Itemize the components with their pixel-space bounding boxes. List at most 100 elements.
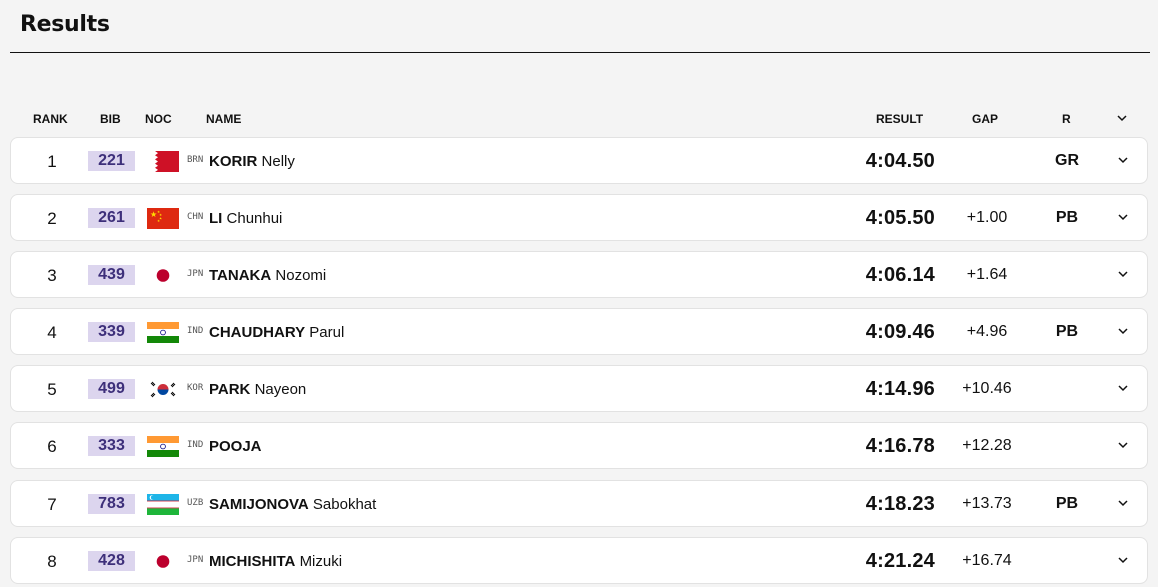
bib-badge: 499: [88, 379, 135, 399]
japan-flag-icon: [147, 551, 179, 572]
column-header-noc: NOC: [145, 112, 172, 126]
result-time: 4:05.50: [865, 207, 935, 229]
table-row[interactable]: 4 339 IND CHAUDHARY Parul 4:09.46 +4.96 …: [10, 308, 1148, 355]
bib-badge: 339: [88, 322, 135, 342]
india-flag-icon: [147, 436, 179, 457]
gap-value: +12.28: [962, 437, 1012, 454]
column-header-gap: GAP: [972, 112, 999, 126]
japan-flag-icon: [147, 265, 179, 286]
athlete-name: KORIR Nelly: [209, 153, 295, 170]
bahrain-flag-icon: [147, 151, 179, 172]
noc-code: IND: [187, 440, 204, 450]
gap-value: +13.73: [962, 495, 1012, 512]
table-row[interactable]: 7 783 UZB SAMIJONOVA Sabokhat 4:18.23 +1…: [10, 480, 1148, 527]
column-header-bib: BIB: [100, 112, 121, 126]
athlete-last-name: KORIR: [209, 153, 258, 170]
rank-value: 5: [47, 380, 57, 399]
record-badge: PB: [1055, 495, 1079, 512]
athlete-name: TANAKA Nozomi: [209, 267, 326, 284]
column-header-result: RESULT: [876, 112, 924, 126]
noc-code: KOR: [187, 383, 204, 393]
athlete-last-name: CHAUDHARY: [209, 324, 306, 341]
table-row[interactable]: 3 439 JPN TANAKA Nozomi 4:06.14 +1.64: [10, 251, 1148, 298]
athlete-first-name: Nayeon: [254, 381, 307, 398]
athlete-last-name: SAMIJONOVA: [209, 496, 309, 513]
athlete-last-name: POOJA: [209, 438, 262, 455]
athlete-first-name: Chunhui: [226, 210, 283, 227]
record-badge: GR: [1055, 152, 1079, 169]
noc-code: IND: [187, 326, 204, 336]
india-flag-icon: [147, 322, 179, 343]
noc-code: JPN: [187, 555, 204, 565]
noc-code: BRN: [187, 155, 204, 165]
athlete-last-name: TANAKA: [209, 267, 272, 284]
table-row[interactable]: 8 428 JPN MICHISHITA Mizuki 4:21.24 +16.…: [10, 537, 1148, 584]
table-row[interactable]: 6 333 IND POOJA 4:16.78 +12.28: [10, 422, 1148, 469]
noc-code: JPN: [187, 269, 204, 279]
athlete-first-name: Sabokhat: [312, 496, 377, 513]
athlete-name: MICHISHITA Mizuki: [209, 553, 342, 570]
bib-badge: 261: [88, 208, 135, 228]
expand-row-chevron-down-icon[interactable]: [1115, 380, 1131, 396]
rank-value: 2: [47, 209, 57, 228]
bib-badge: 333: [88, 436, 135, 456]
athlete-last-name: PARK: [209, 381, 251, 398]
result-time: 4:04.50: [865, 150, 935, 172]
result-time: 4:09.46: [865, 321, 935, 343]
athlete-first-name: Nozomi: [275, 267, 327, 284]
expand-row-chevron-down-icon[interactable]: [1115, 437, 1131, 453]
table-row[interactable]: 1 221 BRN KORIR Nelly 4:04.50 GR: [10, 137, 1148, 184]
svg-text:★: ★: [157, 219, 160, 223]
athlete-first-name: Parul: [309, 324, 345, 341]
rank-value: 1: [47, 152, 57, 171]
athlete-first-name: Nelly: [261, 153, 295, 170]
table-row[interactable]: 5 499 KOR PARK Nayeon 4:14.96 +10.46: [10, 365, 1148, 412]
gap-value: +1.00: [966, 209, 1008, 226]
athlete-name: POOJA: [209, 438, 262, 455]
record-badge: PB: [1055, 323, 1079, 340]
bib-badge: 439: [88, 265, 135, 285]
table-row[interactable]: 2 261 ★ ★ ★ ★ ★ CHN LI Chunhui 4:05.50 +…: [10, 194, 1148, 241]
expand-row-chevron-down-icon[interactable]: [1115, 552, 1131, 568]
uzbekistan-flag-icon: [147, 494, 179, 515]
athlete-last-name: LI: [209, 210, 223, 227]
athlete-name: PARK Nayeon: [209, 381, 306, 398]
gap-value: +4.96: [966, 323, 1008, 340]
gap-value: +10.46: [962, 380, 1012, 397]
results-header: Results: [10, 0, 1150, 53]
gap-value: +16.74: [962, 552, 1012, 569]
expand-all-chevron-down-icon[interactable]: [1114, 108, 1130, 128]
result-time: 4:18.23: [865, 493, 935, 515]
table-header: RANK BIB NOC NAME RESULT GAP R: [10, 108, 1148, 130]
expand-row-chevron-down-icon[interactable]: [1115, 495, 1131, 511]
china-flag-icon: ★ ★ ★ ★ ★: [147, 208, 179, 229]
athlete-name: LI Chunhui: [209, 210, 282, 227]
column-header-rank: RANK: [33, 112, 68, 126]
noc-code: UZB: [187, 498, 204, 508]
rank-value: 4: [47, 323, 57, 342]
rank-value: 6: [47, 437, 57, 456]
expand-row-chevron-down-icon[interactable]: [1115, 152, 1131, 168]
record-badge: PB: [1055, 209, 1079, 226]
column-header-record: R: [1062, 112, 1071, 126]
expand-row-chevron-down-icon[interactable]: [1115, 323, 1131, 339]
bib-badge: 221: [88, 151, 135, 171]
noc-code: CHN: [187, 212, 204, 222]
athlete-name: CHAUDHARY Parul: [209, 324, 344, 341]
column-header-name: NAME: [206, 112, 242, 126]
expand-row-chevron-down-icon[interactable]: [1115, 266, 1131, 282]
athlete-last-name: MICHISHITA: [209, 553, 296, 570]
bib-badge: 783: [88, 494, 135, 514]
rank-value: 8: [47, 552, 57, 571]
korea-flag-icon: [147, 379, 179, 400]
page-title: Results: [20, 12, 110, 37]
result-time: 4:21.24: [865, 550, 935, 572]
bib-badge: 428: [88, 551, 135, 571]
expand-row-chevron-down-icon[interactable]: [1115, 209, 1131, 225]
rank-value: 7: [47, 495, 57, 514]
athlete-first-name: Mizuki: [299, 553, 343, 570]
result-time: 4:16.78: [865, 435, 935, 457]
rank-value: 3: [47, 266, 57, 285]
gap-value: +1.64: [966, 266, 1008, 283]
result-time: 4:14.96: [865, 378, 935, 400]
